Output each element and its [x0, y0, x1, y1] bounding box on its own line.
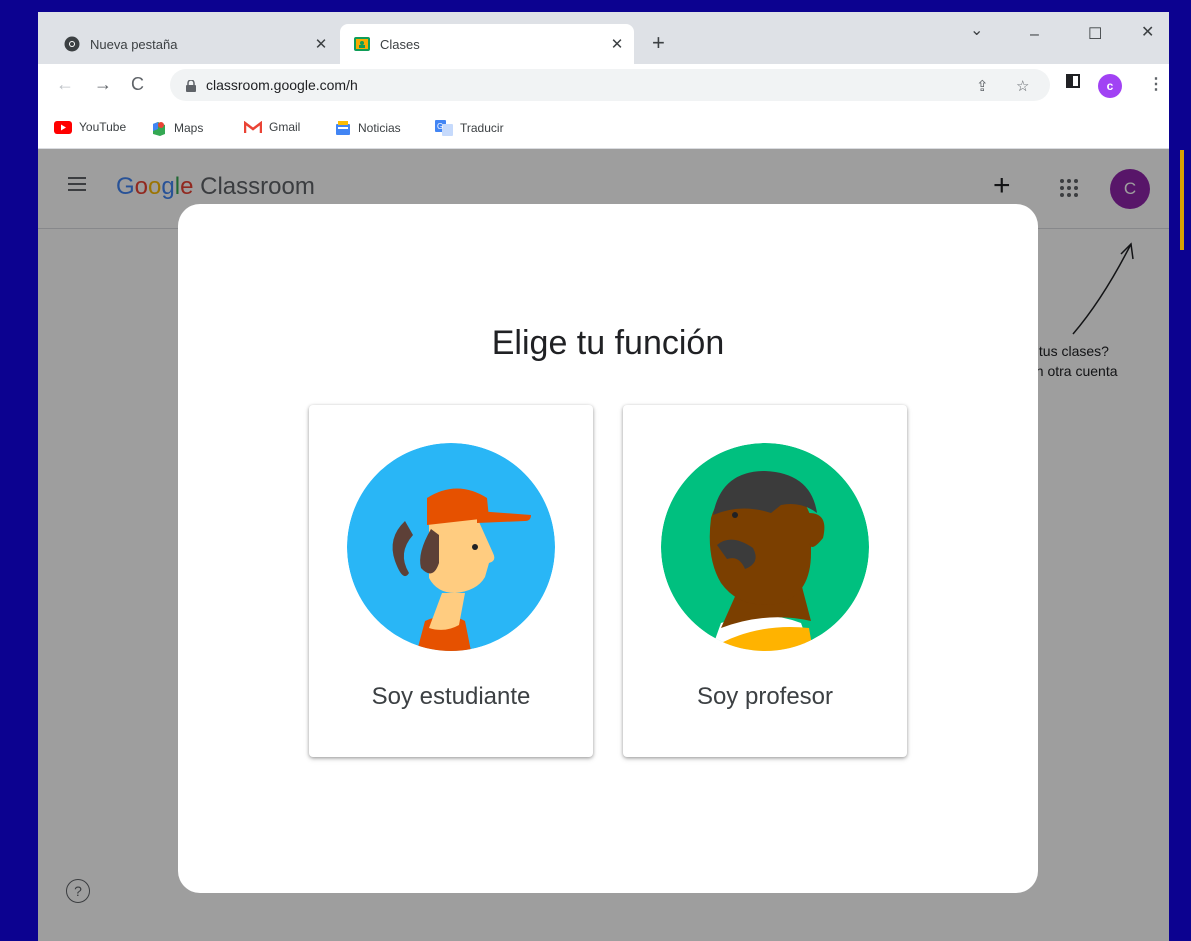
background-edge-strip [1180, 150, 1184, 250]
youtube-icon [54, 120, 72, 134]
bookmarks-bar: YouTube Maps Gmail Noticias G Traducir [38, 108, 1169, 149]
bookmark-maps[interactable]: Maps [151, 120, 203, 136]
role-selection-dialog: Elige tu función Soy estudiante Soy prof… [178, 204, 1038, 893]
address-bar[interactable]: classroom.google.com/h ⇪ ☆ [170, 69, 1050, 101]
reload-icon[interactable]: C [131, 74, 144, 95]
bookmark-label: Maps [174, 121, 204, 135]
teacher-role-label: Soy profesor [696, 683, 834, 710]
share-icon[interactable]: ⇪ [976, 77, 989, 95]
bookmark-noticias[interactable]: Noticias [335, 120, 401, 136]
bookmark-youtube[interactable]: YouTube [54, 120, 126, 134]
teacher-role-card[interactable]: Soy profesor [623, 405, 907, 757]
back-icon[interactable]: ← [56, 74, 74, 95]
close-window-icon[interactable]: ✕ [1141, 22, 1154, 42]
dialog-title: Elige tu función [491, 324, 725, 362]
chrome-icon [64, 36, 80, 52]
student-role-card[interactable]: Soy estudiante [309, 405, 593, 757]
tab-clases[interactable]: Clases ✕ [340, 24, 634, 64]
browser-toolbar: ← → C classroom.google.com/h ⇪ ☆ c ⋮ [38, 64, 1169, 108]
tab-title: Nueva pestaña [90, 36, 178, 52]
news-icon [335, 120, 351, 136]
classroom-favicon-icon [354, 36, 370, 52]
classroom-page: Google Classroom + C s tus clases? on ot… [38, 149, 1169, 941]
bookmark-traducir[interactable]: G Traducir [435, 120, 504, 136]
teacher-illustration [661, 443, 869, 651]
url-text: classroom.google.com/h [206, 77, 358, 93]
student-role-label: Soy estudiante [371, 683, 531, 710]
svg-text:G: G [437, 122, 443, 131]
student-illustration [347, 443, 555, 651]
tab-nueva-pestana[interactable]: Nueva pestaña ✕ [50, 24, 338, 64]
browser-window: Nueva pestaña ✕ Clases ✕ + ⌄ – ☐ ✕ ← → C… [38, 12, 1169, 941]
close-tab-icon[interactable]: ✕ [310, 35, 332, 53]
gmail-icon [244, 120, 262, 134]
lock-icon [186, 79, 196, 92]
bookmark-label: Noticias [358, 121, 401, 135]
maps-icon [151, 120, 167, 136]
browser-profile-avatar[interactable]: c [1098, 74, 1122, 98]
tab-strip: Nueva pestaña ✕ Clases ✕ + ⌄ – ☐ ✕ [38, 12, 1169, 64]
forward-icon[interactable]: → [94, 74, 112, 95]
bookmark-label: Gmail [269, 120, 301, 134]
menu-kebab-icon[interactable]: ⋮ [1148, 74, 1164, 94]
maximize-icon[interactable]: ☐ [1088, 24, 1102, 44]
bookmark-label: Traducir [460, 121, 504, 135]
close-tab-icon[interactable]: ✕ [606, 35, 628, 53]
minimize-icon[interactable]: – [1030, 26, 1039, 44]
bookmark-gmail[interactable]: Gmail [244, 120, 300, 134]
new-tab-button[interactable]: + [652, 30, 665, 56]
side-panel-icon[interactable] [1066, 74, 1080, 93]
bookmark-star-icon[interactable]: ☆ [1016, 77, 1029, 95]
tab-title: Clases [380, 36, 420, 52]
translate-icon: G [435, 120, 453, 136]
bookmark-label: YouTube [79, 120, 127, 134]
tab-search-chevron-icon[interactable]: ⌄ [970, 20, 983, 40]
